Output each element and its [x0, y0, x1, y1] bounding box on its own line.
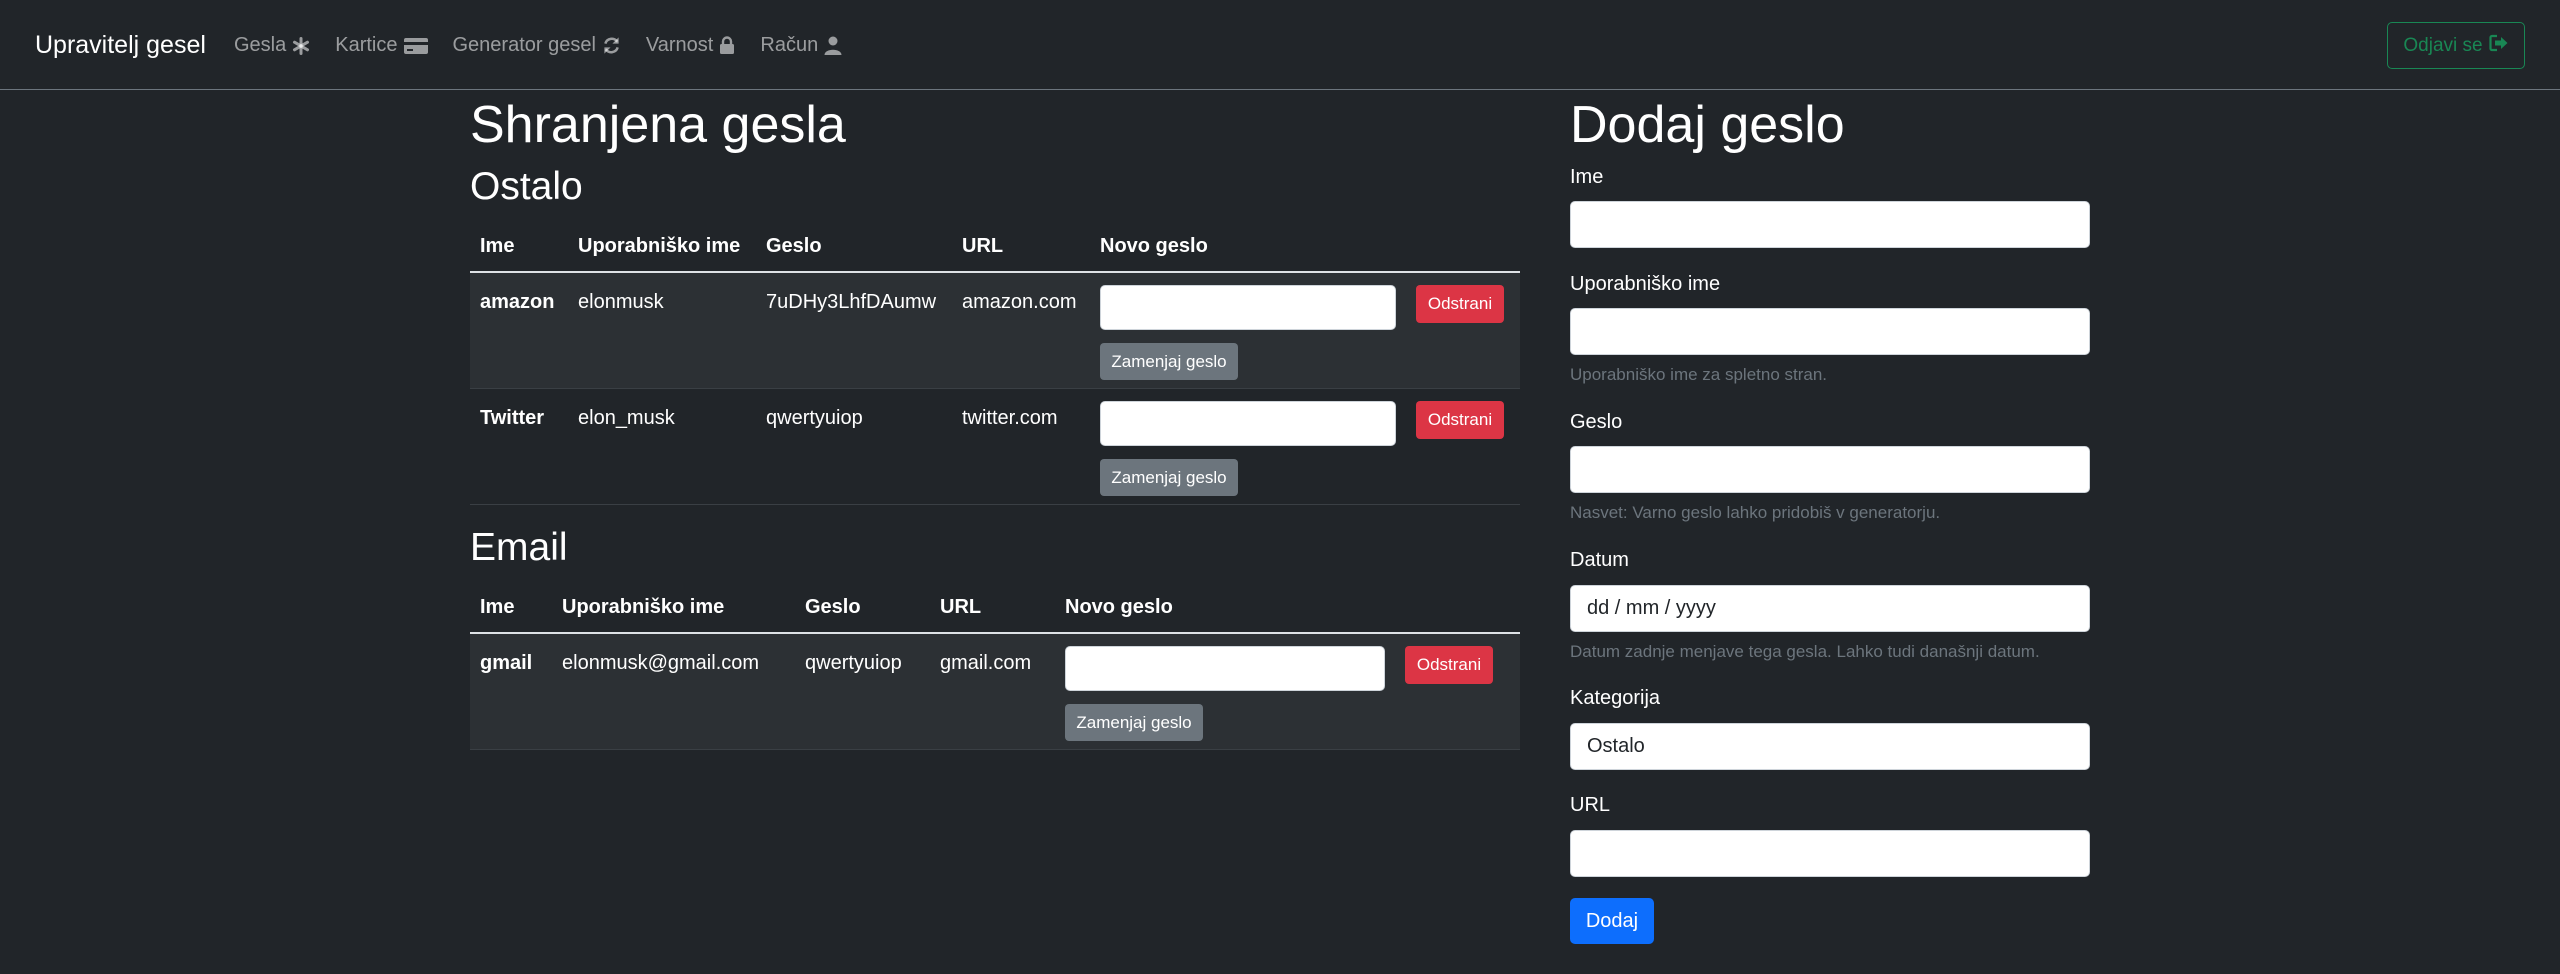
add-password-title: Dodaj geslo	[1570, 96, 1845, 154]
header-url: URL	[940, 596, 982, 618]
add-button[interactable]: Dodaj	[1570, 898, 1654, 944]
username-hint: Uporabniško ime za spletno stran.	[1570, 365, 1828, 384]
table-row: amazon elonmusk 7uDHy3LhfDAumw amazon.co…	[470, 273, 1520, 389]
navbar: Upravitelj gesel Gesla Kartice Generator…	[0, 0, 2560, 90]
header-new-password: Novo geslo	[1100, 235, 1208, 257]
header-name: Ime	[480, 235, 515, 257]
row-url: twitter.com	[962, 407, 1058, 429]
row-name: gmail	[480, 652, 533, 674]
header-username: Uporabniško ime	[578, 235, 741, 257]
passwords-table-email: Ime Uporabniško ime Geslo URL Novo geslo…	[470, 584, 1520, 750]
header-new-password: Novo geslo	[1065, 596, 1173, 618]
header-username: Uporabniško ime	[562, 596, 725, 618]
user-icon	[824, 36, 842, 55]
header-password: Geslo	[805, 596, 861, 618]
nav-item-generator[interactable]: Generator gesel	[453, 34, 621, 57]
username-label: Uporabniško ime	[1570, 273, 1721, 295]
password-label: Geslo	[1570, 411, 1623, 433]
password-hint: Nasvet: Varno geslo lahko pridobiš v gen…	[1570, 503, 1941, 522]
date-input[interactable]: dd / mm / yyyy	[1570, 585, 2090, 632]
row-url: amazon.com	[962, 291, 1077, 313]
row-url: gmail.com	[940, 652, 1032, 674]
table-row: Twitter elon_musk qwertyuiop twitter.com…	[470, 389, 1520, 505]
new-password-input[interactable]	[1065, 646, 1385, 691]
refresh-icon	[602, 36, 621, 55]
nav-item-gesla[interactable]: Gesla	[234, 34, 310, 57]
replace-password-button[interactable]: Zamenjaj geslo	[1100, 459, 1238, 496]
credit-card-icon	[403, 37, 428, 55]
row-name: Twitter	[480, 407, 545, 429]
sign-out-icon	[2488, 34, 2509, 58]
row-password: 7uDHy3LhfDAumw	[766, 291, 937, 313]
table-row: gmail elonmusk@gmail.com qwertyuiop gmai…	[470, 634, 1520, 750]
delete-button[interactable]: Odstrani	[1416, 285, 1504, 323]
category-select[interactable]: Ostalo	[1570, 723, 2090, 770]
table-header: Ime Uporabniško ime Geslo URL Novo geslo	[470, 223, 1520, 273]
url-input[interactable]	[1570, 830, 2090, 877]
new-password-input[interactable]	[1100, 401, 1396, 446]
nav-item-label: Varnost	[645, 34, 714, 56]
row-password: qwertyuiop	[766, 407, 863, 429]
name-label: Ime	[1570, 166, 1604, 188]
row-name: amazon	[480, 291, 555, 313]
row-username: elon_musk	[578, 407, 675, 429]
replace-password-button[interactable]: Zamenjaj geslo	[1100, 343, 1238, 380]
header-url: URL	[962, 235, 1004, 257]
saved-passwords-title: Shranjena gesla	[470, 96, 846, 154]
row-username: elonmusk	[578, 291, 664, 313]
nav-item-kartice[interactable]: Kartice	[335, 34, 428, 57]
date-placeholder: dd / mm / yyyy	[1587, 597, 1716, 619]
row-username: elonmusk@gmail.com	[562, 652, 760, 674]
category-selected-value: Ostalo	[1587, 735, 1645, 757]
delete-button[interactable]: Odstrani	[1405, 646, 1493, 684]
name-input[interactable]	[1570, 201, 2090, 248]
logout-label: Odjavi se	[2403, 34, 2483, 56]
password-input[interactable]	[1570, 446, 2090, 493]
category-heading-ostalo: Ostalo	[470, 165, 583, 208]
nav-links: Gesla Kartice Generator gesel Varnost Ra…	[234, 34, 867, 57]
asterisk-icon	[292, 36, 310, 55]
logout-button[interactable]: Odjavi se	[2387, 22, 2525, 69]
lock-icon	[719, 36, 735, 55]
row-password: qwertyuiop	[805, 652, 902, 674]
category-label: Kategorija	[1570, 687, 1661, 709]
replace-password-button[interactable]: Zamenjaj geslo	[1065, 704, 1203, 741]
table-header: Ime Uporabniško ime Geslo URL Novo geslo	[470, 584, 1520, 634]
nav-item-racun[interactable]: Račun	[760, 34, 842, 57]
date-label: Datum	[1570, 549, 1629, 571]
username-input[interactable]	[1570, 308, 2090, 355]
category-heading-email: Email	[470, 526, 568, 569]
header-name: Ime	[480, 596, 515, 618]
new-password-input[interactable]	[1100, 285, 1396, 330]
delete-button[interactable]: Odstrani	[1416, 401, 1504, 439]
date-hint: Datum zadnje menjave tega gesla. Lahko t…	[1570, 642, 2040, 661]
nav-item-label: Gesla	[234, 34, 287, 56]
brand-title[interactable]: Upravitelj gesel	[35, 31, 206, 60]
nav-item-label: Generator gesel	[452, 34, 596, 56]
header-password: Geslo	[766, 235, 822, 257]
passwords-table-ostalo: Ime Uporabniško ime Geslo URL Novo geslo…	[470, 223, 1520, 505]
nav-item-label: Račun	[760, 34, 819, 56]
nav-item-label: Kartice	[335, 34, 398, 56]
nav-item-varnost[interactable]: Varnost	[646, 34, 735, 57]
url-label: URL	[1570, 794, 1611, 816]
